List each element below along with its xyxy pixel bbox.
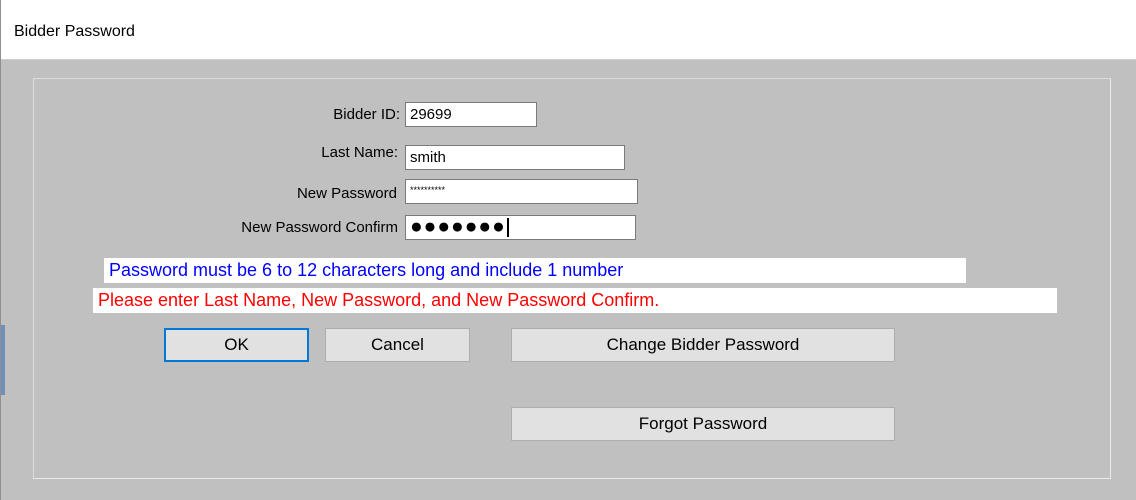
forgot-password-button[interactable]: Forgot Password (511, 407, 895, 441)
new-password-confirm-label: New Password Confirm (241, 219, 398, 236)
title-bar[interactable]: Bidder Password (1, 0, 1136, 60)
ok-button[interactable]: OK (164, 328, 309, 362)
bidder-id-field[interactable]: 29699 (405, 102, 537, 127)
new-password-confirm-field[interactable]: ●●●●●●● (405, 215, 636, 240)
bidder-id-label: Bidder ID: (333, 106, 400, 123)
new-password-confirm-value: ●●●●●●● (410, 215, 506, 238)
password-hint-message: Password must be 6 to 12 characters long… (104, 258, 966, 283)
change-bidder-password-button[interactable]: Change Bidder Password (511, 328, 895, 362)
new-password-field[interactable]: ********** (405, 179, 638, 204)
cancel-button[interactable]: Cancel (325, 328, 470, 362)
text-caret (506, 217, 509, 237)
window-title: Bidder Password (14, 23, 135, 40)
last-name-field[interactable]: smith (405, 145, 625, 170)
bidder-password-dialog: Bidder Password Bidder ID: 29699 Last Na… (0, 0, 1136, 500)
new-password-label: New Password (296, 185, 397, 202)
window-edge-accent (1, 325, 5, 395)
last-name-label: Last Name: (321, 144, 398, 161)
error-message: Please enter Last Name, New Password, an… (93, 288, 1057, 313)
